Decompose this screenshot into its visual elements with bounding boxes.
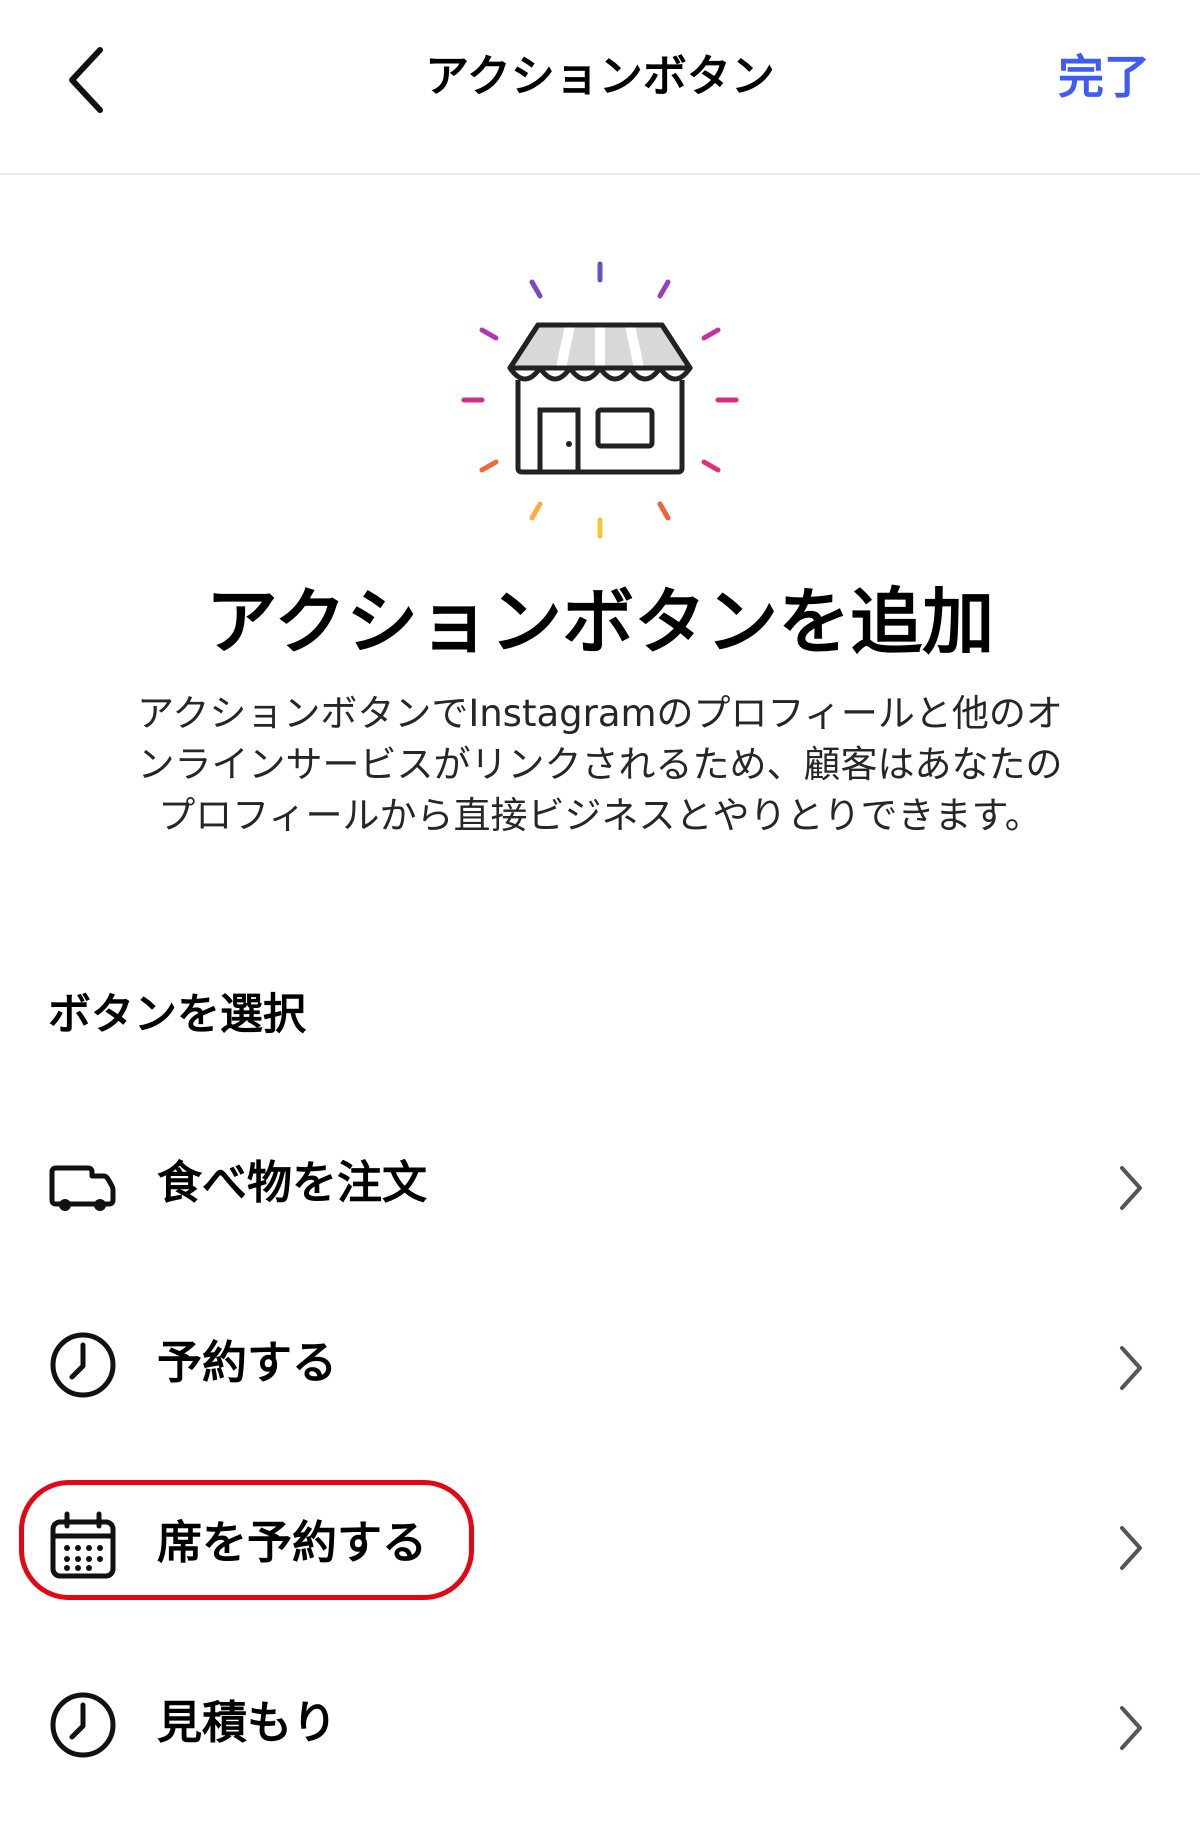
section-title: ボタンを選択 <box>48 990 306 1040</box>
option-book[interactable]: 予約する <box>0 1288 1200 1438</box>
back-button[interactable] <box>55 38 125 122</box>
option-label: 予約する <box>157 1336 338 1389</box>
chevron-right-icon <box>1120 1346 1142 1390</box>
option-label: 食べ物を注文 <box>157 1156 428 1209</box>
option-order-food[interactable]: 食べ物を注文 <box>0 1108 1200 1258</box>
hero-title: アクションボタンを追加 <box>205 580 995 664</box>
calendar-icon <box>50 1511 116 1579</box>
description-line: ンラインサービスがリンクされるため、顧客はあなたの <box>137 743 1063 786</box>
option-get-quote[interactable]: 見積もり <box>0 1648 1200 1798</box>
chevron-right-icon <box>1120 1706 1142 1750</box>
clock-icon <box>50 1692 116 1758</box>
storefront-icon <box>461 261 739 539</box>
description-line: プロフィールから直接ビジネスとやりとりできます。 <box>158 794 1042 837</box>
navigation-bar: アクションボタン 完了 <box>0 0 1200 175</box>
delivery-truck-icon <box>49 1165 116 1211</box>
chevron-left-icon <box>69 47 103 113</box>
description-line: アクションボタンでInstagramのプロフィールと他のオ <box>137 692 1063 735</box>
hero-description: アクションボタンでInstagramのプロフィールと他のオ ンラインサービスがリ… <box>90 688 1110 841</box>
chevron-right-icon <box>1120 1526 1142 1570</box>
option-label: 見積もり <box>157 1696 338 1749</box>
page-title: アクションボタン <box>425 51 775 102</box>
option-label: 席を予約する <box>157 1516 428 1569</box>
done-button[interactable]: 完了 <box>1000 42 1150 112</box>
clock-icon <box>50 1332 116 1398</box>
chevron-right-icon <box>1120 1166 1142 1210</box>
option-reserve-table[interactable]: 席を予約する <box>0 1468 1200 1618</box>
